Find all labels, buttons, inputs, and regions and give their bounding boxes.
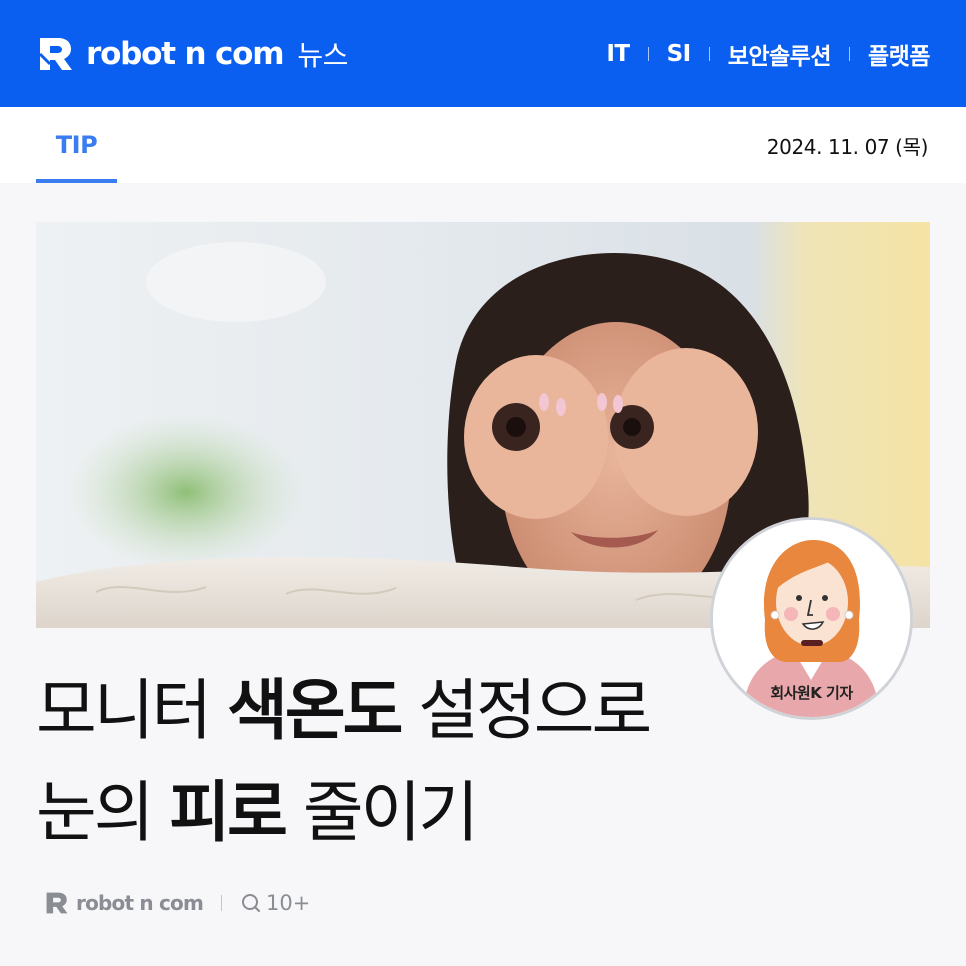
comment-count: 10+ <box>266 891 311 915</box>
publish-date: 2024. 11. 07 (목) <box>766 134 929 159</box>
headline-text: 모니터 <box>36 672 228 749</box>
tab-tip-label: TIP <box>55 131 98 159</box>
nav-item-si[interactable]: SI <box>667 41 692 67</box>
headline-emphasis: 피로 <box>169 774 287 851</box>
category-bar: TIP 2024. 11. 07 (목) <box>0 107 966 183</box>
tab-tip[interactable]: TIP <box>36 107 117 183</box>
brand-name: robot n com <box>86 35 285 72</box>
robot-logo-icon <box>46 892 68 914</box>
article-headline[interactable]: 모니터 색온도 설정으로 눈의 피로 줄이기 <box>36 660 726 864</box>
headline-line-2: 눈의 피로 줄이기 <box>36 762 726 864</box>
top-nav: IT SI 보안솔루션 플랫폼 <box>606 37 930 71</box>
headline-text: 줄이기 <box>284 774 479 851</box>
nav-divider <box>647 46 649 61</box>
nav-divider <box>849 46 851 61</box>
top-header: robot n com 뉴스 IT SI 보안솔루션 플랫폼 <box>0 0 966 107</box>
nav-item-platform[interactable]: 플랫폼 <box>868 37 930 71</box>
reporter-name: 회사원K 기자 <box>770 684 853 702</box>
search-comment-icon <box>242 894 261 912</box>
comment-button[interactable]: 10+ <box>240 891 310 915</box>
robot-logo-icon <box>38 37 72 70</box>
headline-text: 눈의 <box>36 774 170 851</box>
headline-line-1: 모니터 색온도 설정으로 <box>36 660 726 762</box>
active-tab-indicator <box>36 179 117 183</box>
headline-emphasis: 색온도 <box>227 672 403 749</box>
nav-item-it[interactable]: IT <box>606 41 630 67</box>
brand-logo[interactable]: robot n com 뉴스 <box>36 34 348 74</box>
headline-text: 설정으로 <box>400 672 652 749</box>
nav-item-security-solution[interactable]: 보안솔루션 <box>728 37 832 71</box>
article-footer: robot n com 10+ <box>44 884 310 922</box>
nav-divider <box>708 46 710 61</box>
article-card: robot n com 뉴스 IT SI 보안솔루션 플랫폼 TIP 2024.… <box>0 0 966 966</box>
reporter-badge[interactable]: 회사원K 기자 <box>710 517 913 720</box>
footer-divider <box>221 895 223 911</box>
brand-suffix: 뉴스 <box>297 38 348 72</box>
footer-brand-name: robot n com <box>76 891 204 915</box>
